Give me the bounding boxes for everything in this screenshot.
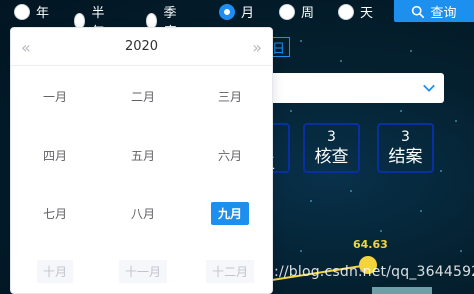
month-cell: 十二月 [202, 259, 258, 283]
bar-fragment [372, 287, 432, 294]
star-dot [440, 170, 442, 172]
month-cell[interactable]: 五月 [115, 143, 171, 167]
radio-label: 天 [360, 6, 374, 21]
stat-box-partial: 生 [272, 123, 290, 173]
month-cell[interactable]: 四月 [27, 143, 83, 167]
stat-count: 3 [327, 129, 336, 145]
month-label: 六月 [217, 148, 242, 163]
radio-circle-icon[interactable] [14, 3, 30, 20]
radio-month[interactable]: 月 [219, 2, 254, 21]
double-chevron-left-icon[interactable]: « [21, 38, 31, 57]
month-cell[interactable]: 八月 [115, 201, 171, 225]
stat-box-closed: 3 结案 [377, 123, 434, 173]
radio-label: 月 [241, 6, 255, 21]
month-label: 一月 [42, 89, 67, 104]
month-cell[interactable]: 三月 [202, 84, 258, 108]
month-cell: 十月 [27, 259, 83, 283]
radio-checked-icon[interactable] [219, 3, 235, 20]
month-label: 十一月 [118, 259, 167, 283]
month-cell[interactable]: 七月 [27, 201, 83, 225]
month-label: 七月 [42, 206, 67, 221]
star-dot [290, 110, 292, 112]
month-label: 八月 [130, 206, 155, 221]
month-label: 九月 [210, 201, 249, 225]
radio-label: 周 [301, 6, 315, 21]
query-button-label: 查询 [430, 5, 457, 21]
month-label: 十二月 [205, 259, 254, 283]
radio-circle-icon[interactable] [279, 3, 295, 20]
month-cell[interactable]: 二月 [115, 84, 171, 108]
stat-label: 结案 [388, 147, 423, 167]
star-dot [300, 40, 302, 42]
month-cell[interactable]: 一月 [27, 84, 83, 108]
month-label: 五月 [130, 148, 155, 163]
stat-count: 3 [401, 129, 410, 145]
star-dot [410, 50, 412, 52]
month-label: 十月 [36, 259, 73, 283]
month-cell: 十一月 [115, 259, 171, 283]
date-button-text: 日 [272, 41, 286, 57]
picker-year-label[interactable]: 2020 [125, 39, 158, 54]
chevron-down-icon [423, 84, 435, 92]
filter-select[interactable] [272, 73, 444, 103]
search-icon [412, 5, 425, 18]
radio-week[interactable]: 周 [279, 2, 314, 21]
month-picker-panel: « 2020 » 一月 二月 三月四月 五月 六月七月 八月 九月十月 十一月 十二月 [10, 27, 273, 294]
radio-circle-icon[interactable] [338, 3, 354, 20]
radio-label: 年 [36, 6, 50, 21]
month-label: 三月 [217, 89, 242, 104]
star-dot [350, 190, 352, 192]
month-label: 二月 [130, 89, 155, 104]
stat-box-verify: 3 核查 [303, 123, 360, 173]
radio-day[interactable]: 天 [338, 2, 373, 21]
stat-label: 核查 [314, 147, 349, 167]
star-dot [340, 60, 342, 62]
double-chevron-right-icon[interactable]: » [252, 38, 262, 57]
month-picker-header: « 2020 » [11, 28, 272, 66]
star-dot [400, 110, 402, 112]
star-dot [455, 120, 457, 122]
star-dot [420, 210, 422, 212]
query-button[interactable]: 查询 [394, 0, 474, 22]
date-button-partial[interactable]: 日 [272, 37, 290, 57]
month-label: 四月 [42, 148, 67, 163]
star-dot [310, 200, 312, 202]
month-cell[interactable]: 六月 [202, 143, 258, 167]
radio-year[interactable]: 年 [14, 2, 49, 21]
chart-value-label: 64.63 [353, 238, 388, 251]
month-cell[interactable]: 九月 [202, 201, 258, 225]
line-chart-fragment: 64.63 [272, 238, 388, 281]
